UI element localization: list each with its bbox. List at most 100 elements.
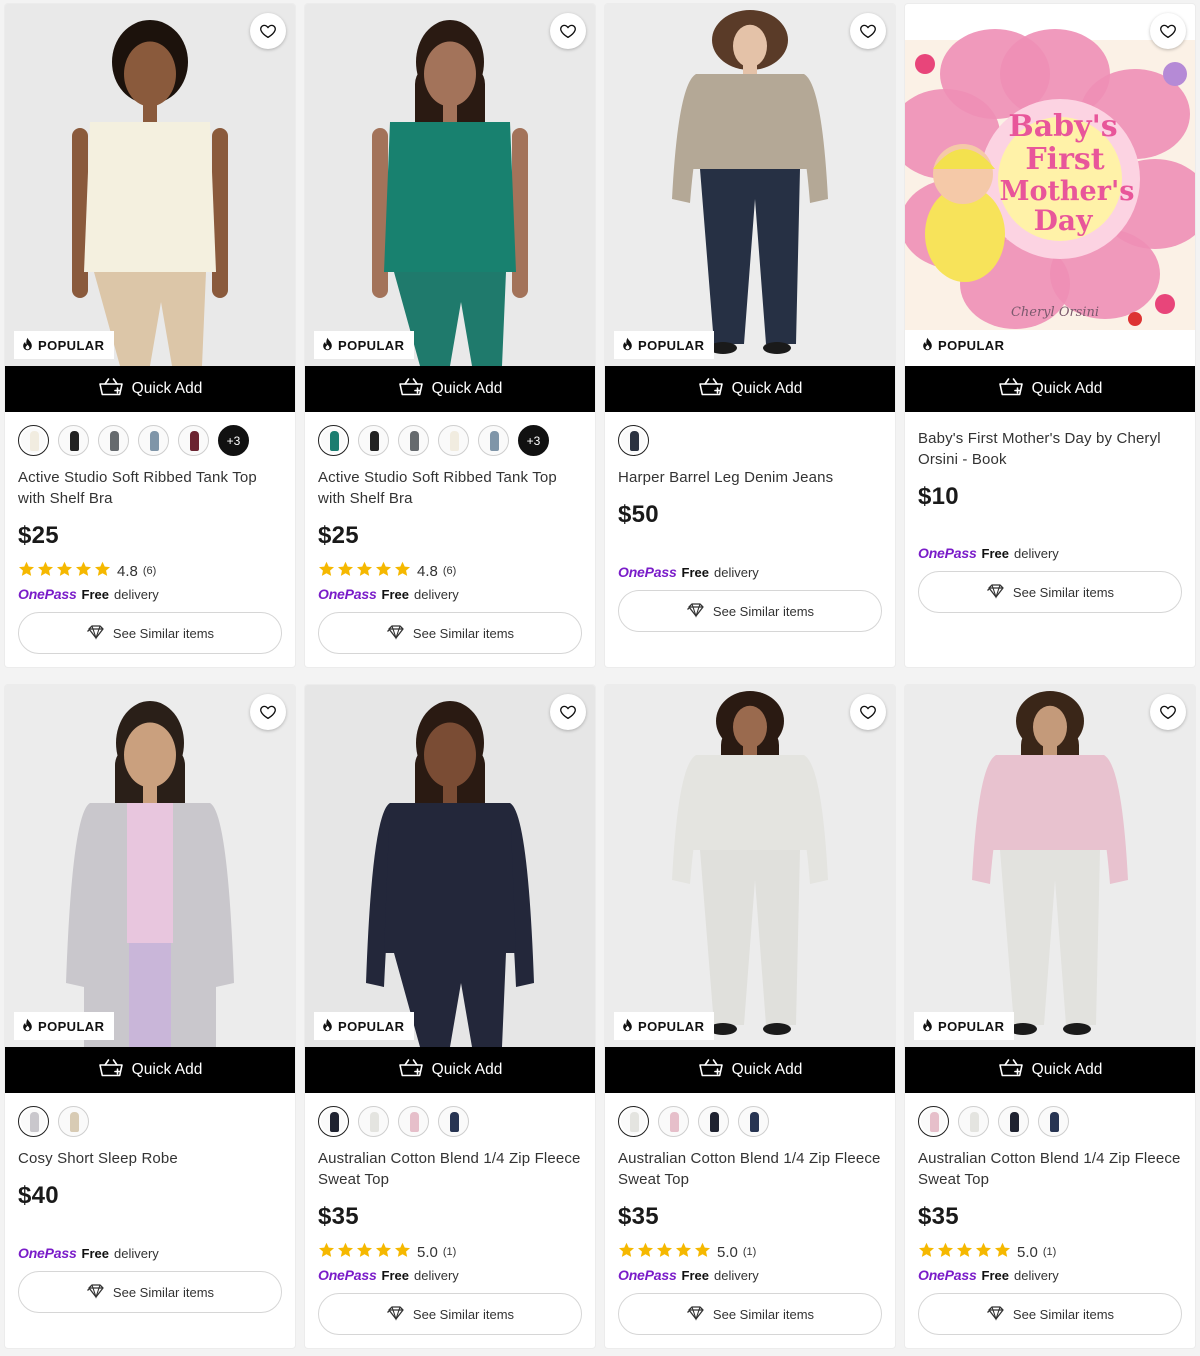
quick-add-button[interactable]: Quick Add bbox=[905, 366, 1195, 412]
see-similar-button[interactable]: See Similar items bbox=[318, 1293, 582, 1335]
product-price: $10 bbox=[918, 483, 959, 510]
product-image[interactable]: POPULAR bbox=[5, 685, 295, 1047]
product-rating[interactable]: 5.0 (1) bbox=[318, 1242, 582, 1262]
color-swatch[interactable] bbox=[658, 1106, 689, 1137]
quick-add-button[interactable]: Quick Add bbox=[605, 366, 895, 412]
star-icon bbox=[18, 561, 35, 581]
wishlist-heart-icon[interactable] bbox=[1150, 13, 1186, 49]
onepass-logo: OnePass bbox=[618, 564, 677, 580]
product-title[interactable]: Active Studio Soft Ribbed Tank Top with … bbox=[318, 467, 582, 509]
quick-add-button[interactable]: Quick Add bbox=[905, 1047, 1195, 1093]
color-swatch[interactable] bbox=[478, 425, 509, 456]
more-colors-button[interactable]: +3 bbox=[518, 425, 549, 456]
similar-icon bbox=[686, 602, 706, 621]
basket-icon bbox=[398, 377, 424, 402]
free-label: Free bbox=[381, 1268, 409, 1283]
wishlist-heart-icon[interactable] bbox=[250, 694, 286, 730]
color-swatch[interactable] bbox=[398, 425, 429, 456]
color-swatch[interactable] bbox=[58, 1106, 89, 1137]
color-swatch[interactable] bbox=[18, 1106, 49, 1137]
product-title[interactable]: Active Studio Soft Ribbed Tank Top with … bbox=[18, 467, 282, 509]
color-swatch[interactable] bbox=[738, 1106, 769, 1137]
quick-add-label: Quick Add bbox=[1031, 380, 1103, 397]
product-title[interactable]: Cosy Short Sleep Robe bbox=[18, 1148, 282, 1169]
product-rating[interactable]: 4.8 (6) bbox=[318, 561, 582, 580]
color-swatch[interactable] bbox=[698, 1106, 729, 1137]
product-title[interactable]: Australian Cotton Blend 1/4 Zip Fleece S… bbox=[918, 1148, 1182, 1190]
product-rating[interactable]: 5.0 (1) bbox=[918, 1242, 1182, 1262]
product-card[interactable]: POPULAR Quick Add +3 Active Studio Soft Rib… bbox=[305, 4, 595, 667]
flame-icon bbox=[922, 1018, 933, 1035]
product-title[interactable]: Harper Barrel Leg Denim Jeans bbox=[618, 467, 882, 488]
color-swatch[interactable] bbox=[618, 425, 649, 456]
product-rating[interactable]: 5.0 (1) bbox=[618, 1242, 882, 1261]
wishlist-heart-icon[interactable] bbox=[250, 13, 286, 49]
wishlist-heart-icon[interactable] bbox=[850, 13, 886, 49]
product-title[interactable]: Baby's First Mother's Day by Cheryl Orsi… bbox=[918, 428, 1182, 470]
product-image[interactable]: POPULAR bbox=[605, 4, 895, 366]
color-swatch[interactable] bbox=[178, 425, 209, 456]
product-card[interactable]: POPULAR Quick Add Cosy Short Sleep Robe $40… bbox=[5, 685, 295, 1348]
product-image[interactable]: POPULAR bbox=[5, 4, 295, 366]
see-similar-button[interactable]: See Similar items bbox=[18, 612, 282, 654]
quick-add-button[interactable]: Quick Add bbox=[5, 1047, 295, 1093]
see-similar-button[interactable]: See Similar items bbox=[18, 1271, 282, 1313]
product-card[interactable]: POPULAR Quick Add Australian Cotton Blend … bbox=[905, 685, 1195, 1348]
color-swatch[interactable] bbox=[358, 1106, 389, 1137]
wishlist-heart-icon[interactable] bbox=[850, 694, 886, 730]
product-image[interactable]: POPULAR bbox=[305, 4, 595, 366]
product-image[interactable]: POPULAR bbox=[605, 685, 895, 1047]
wishlist-heart-icon[interactable] bbox=[1150, 694, 1186, 730]
star-icon bbox=[356, 1242, 373, 1262]
quick-add-button[interactable]: Quick Add bbox=[305, 1047, 595, 1093]
delivery-label: delivery bbox=[1014, 546, 1059, 561]
product-card[interactable]: POPULAR Quick Add +3 Active Studio Soft Rib… bbox=[5, 4, 295, 667]
see-similar-button[interactable]: See Similar items bbox=[918, 571, 1182, 613]
product-card[interactable]: POPULAR Quick Add Australian Cotton Blend … bbox=[605, 685, 895, 1348]
product-title[interactable]: Australian Cotton Blend 1/4 Zip Fleece S… bbox=[318, 1148, 582, 1190]
color-swatch[interactable] bbox=[1038, 1106, 1069, 1137]
product-card[interactable]: POPULAR Quick Add Australian Cotton Blend … bbox=[305, 685, 595, 1348]
color-swatch[interactable] bbox=[918, 1106, 949, 1137]
color-swatch[interactable] bbox=[398, 1106, 429, 1137]
product-rating[interactable]: 4.8 (6) bbox=[18, 561, 282, 581]
product-image[interactable]: Baby's First Mother's Day Cheryl Orsini POPUL… bbox=[905, 4, 1195, 366]
quick-add-button[interactable]: Quick Add bbox=[605, 1047, 895, 1093]
color-swatch[interactable] bbox=[438, 425, 469, 456]
see-similar-button[interactable]: See Similar items bbox=[618, 590, 882, 632]
see-similar-button[interactable]: See Similar items bbox=[918, 1293, 1182, 1335]
see-similar-button[interactable]: See Similar items bbox=[318, 612, 582, 654]
wishlist-heart-icon[interactable] bbox=[550, 13, 586, 49]
product-photo bbox=[305, 685, 595, 1047]
color-swatch[interactable] bbox=[318, 425, 349, 456]
color-swatch[interactable] bbox=[58, 425, 89, 456]
color-swatch[interactable] bbox=[98, 425, 129, 456]
color-swatch[interactable] bbox=[438, 1106, 469, 1137]
product-title[interactable]: Australian Cotton Blend 1/4 Zip Fleece S… bbox=[618, 1148, 882, 1190]
color-swatch[interactable] bbox=[18, 425, 49, 456]
star-icon bbox=[94, 561, 111, 581]
see-similar-button[interactable]: See Similar items bbox=[618, 1293, 882, 1335]
quick-add-button[interactable]: Quick Add bbox=[305, 366, 595, 412]
product-card[interactable]: Baby's First Mother's Day Cheryl Orsini POPUL… bbox=[905, 4, 1195, 667]
quick-add-button[interactable]: Quick Add bbox=[5, 366, 295, 412]
more-colors-button[interactable]: +3 bbox=[218, 425, 249, 456]
product-image[interactable]: POPULAR bbox=[905, 685, 1195, 1047]
wishlist-heart-icon[interactable] bbox=[550, 694, 586, 730]
star-icon bbox=[337, 1242, 354, 1262]
star-icon bbox=[918, 1242, 935, 1262]
see-similar-label: See Similar items bbox=[712, 603, 815, 619]
quick-add-label: Quick Add bbox=[431, 1061, 503, 1078]
book-title-line: Day bbox=[1034, 204, 1093, 237]
color-swatch[interactable] bbox=[318, 1106, 349, 1137]
color-swatch[interactable] bbox=[998, 1106, 1029, 1137]
product-card[interactable]: POPULAR Quick Add Harper Barrel Leg Denim … bbox=[605, 4, 895, 667]
basket-icon bbox=[398, 1058, 424, 1083]
color-swatch[interactable] bbox=[958, 1106, 989, 1137]
color-swatches bbox=[18, 1106, 282, 1138]
color-swatch[interactable] bbox=[618, 1106, 649, 1137]
onepass-logo: OnePass bbox=[318, 586, 377, 602]
color-swatch[interactable] bbox=[138, 425, 169, 456]
color-swatch[interactable] bbox=[358, 425, 389, 456]
product-image[interactable]: POPULAR bbox=[305, 685, 595, 1047]
